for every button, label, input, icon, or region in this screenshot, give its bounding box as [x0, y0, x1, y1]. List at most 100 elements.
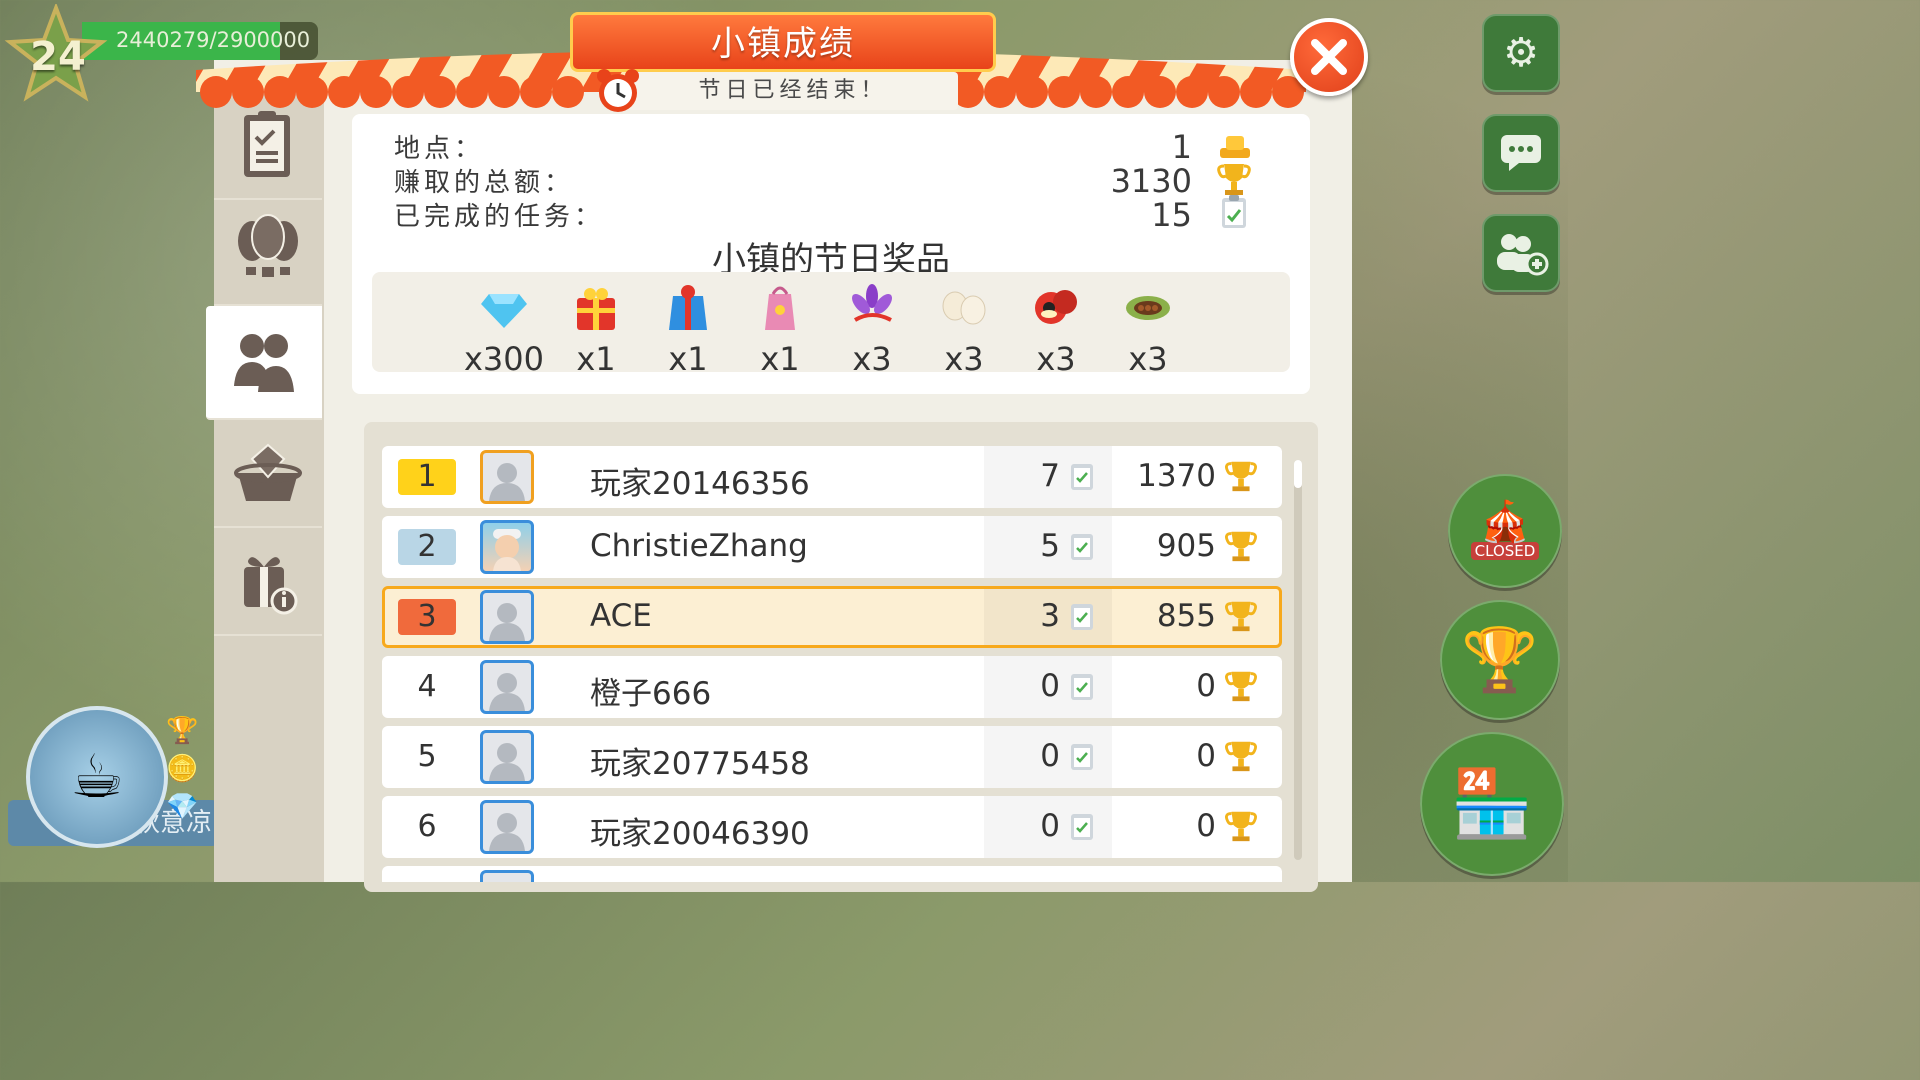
chat-button[interactable] [1482, 114, 1560, 192]
rank-badge-silver: 2 [398, 529, 456, 565]
gift-box-blue-icon [669, 285, 707, 330]
rank-badge-gold: 1 [398, 459, 456, 495]
prize-qty: x300 [463, 340, 544, 378]
score-value: 905 [1156, 528, 1216, 564]
default-avatar-icon [489, 813, 525, 851]
avatar[interactable] [480, 520, 534, 574]
prize-qty: x3 [852, 340, 892, 378]
leaderboard-row-current-player[interactable]: 3 ACE 3 855 [382, 586, 1282, 648]
prize-item: x3 [918, 280, 1010, 378]
scrollbar-thumb[interactable] [1294, 460, 1302, 488]
rank-number: 6 [417, 809, 437, 844]
settings-button[interactable]: ⚙ [1482, 14, 1560, 92]
add-friend-button[interactable] [1482, 214, 1560, 292]
player-name: 玩家20046390 [590, 816, 810, 852]
tasks-completed: 7 [1040, 458, 1060, 494]
prize-qty: x3 [1128, 340, 1168, 378]
stat-place-label: 地点： [394, 134, 485, 164]
player-name: ChristieZhang [590, 528, 808, 564]
circus-closed-button[interactable]: 🎪 CLOSED [1448, 474, 1562, 588]
avatar[interactable] [480, 730, 534, 784]
alarm-clock-icon [597, 69, 639, 112]
stat-tasks-label: 已完成的任务： [394, 202, 605, 232]
trophy-icon [1225, 811, 1257, 842]
chat-bubble-icon [1501, 135, 1541, 171]
score-value: 1370 [1137, 458, 1216, 494]
task-clipboard-icon [1071, 744, 1093, 770]
gift-info-icon [244, 557, 298, 615]
tab-gift-info[interactable] [214, 528, 322, 636]
trophy-icon [1225, 671, 1257, 702]
diamond-basket-icon [234, 443, 302, 501]
ackee-fruit-icon [1035, 290, 1077, 324]
stat-tasks-value: 15 [1151, 196, 1192, 234]
tasks-cell: 0 [984, 656, 1112, 718]
tasks-cell: 0 [984, 796, 1112, 858]
task-clipboard-icon [1071, 464, 1093, 490]
avatar[interactable] [480, 870, 534, 882]
avatar[interactable] [480, 800, 534, 854]
avatar[interactable] [480, 590, 534, 644]
leaderboard-row[interactable]: 4 橙子666 0 0 [382, 656, 1282, 718]
people-icon [234, 334, 294, 392]
score-value: 0 [1196, 668, 1216, 704]
tasks-completed: 0 [1040, 668, 1060, 704]
circus-tent-icon: 🎪 [1480, 499, 1530, 545]
stat-tasks: 已完成的任务： 15 [394, 195, 1254, 234]
prize-qty: x1 [760, 340, 800, 378]
tab-tasks[interactable] [214, 92, 322, 200]
eggs-icon [942, 291, 986, 325]
prize-item: x3 [1102, 280, 1194, 378]
score-value: 855 [1156, 598, 1216, 634]
leaderboard-row[interactable]: 2 ChristieZhang 5 905 [382, 516, 1282, 578]
tab-balloons[interactable] [214, 198, 322, 306]
trophy-icon [1225, 531, 1257, 562]
rank-number: 4 [417, 669, 437, 704]
trophy-button[interactable]: 🏆 [1440, 600, 1560, 720]
gift-bag-pink-icon [765, 286, 795, 330]
coin-icon: 🪙 [166, 754, 199, 784]
leaderboard-row[interactable]: 6 玩家20046390 0 0 [382, 796, 1282, 858]
shop-button[interactable]: 🏪 [1420, 732, 1564, 876]
rank-number: 5 [417, 739, 437, 774]
panel-title: 小镇成绩 [570, 12, 996, 72]
leaderboard-row-partial[interactable] [382, 866, 1282, 882]
trophy-icon: 🏆 [166, 716, 199, 746]
tasks-completed: 0 [1040, 738, 1060, 774]
prizes-list: x300 x1 x1 x1 x3 x3 x3 x3 [372, 272, 1290, 378]
close-icon [1311, 39, 1347, 75]
close-button[interactable] [1290, 18, 1368, 96]
hot-air-balloon-icon [238, 214, 298, 277]
leaderboard-scrollbar[interactable] [1294, 460, 1302, 860]
avatar[interactable] [480, 450, 534, 504]
user-photo-avatar-icon [493, 529, 521, 571]
task-clipboard-icon [1071, 814, 1093, 840]
leaderboard-row[interactable]: 5 玩家20775458 0 0 [382, 726, 1282, 788]
tab-community[interactable] [206, 306, 322, 420]
player-name: 玩家20146356 [590, 466, 810, 502]
town-stats-card: 地点： 1 赚取的总额： 3130 已完成的任务： 15 小镇的节日奖品 x30… [352, 114, 1310, 394]
player-name: 玩家20775458 [590, 746, 810, 782]
stat-place-value: 1 [1171, 128, 1192, 166]
gift-box-red-icon [577, 288, 615, 330]
tasks-cell: 7 [984, 446, 1112, 508]
clipboard-icon [244, 111, 290, 177]
leaderboard-row[interactable]: 1 玩家20146356 7 1370 [382, 446, 1282, 508]
tasks-cell: 0 [984, 726, 1112, 788]
default-avatar-icon [489, 673, 525, 711]
score-value: 0 [1196, 808, 1216, 844]
tab-treasure[interactable] [214, 420, 322, 528]
prize-qty: x1 [576, 340, 616, 378]
coffee-cup-icon: ☕ [70, 742, 124, 812]
default-avatar-icon [489, 603, 525, 641]
stat-earned-value: 3130 [1110, 162, 1192, 200]
avatar[interactable] [480, 660, 534, 714]
gear-icon: ⚙ [1503, 30, 1539, 76]
tasks-completed: 3 [1040, 598, 1060, 634]
prize-item: x300 [458, 280, 550, 378]
score-value: 0 [1196, 738, 1216, 774]
task-clipboard-icon [1071, 604, 1093, 630]
default-avatar-icon [489, 743, 525, 781]
add-friend-icon [1497, 234, 1549, 276]
cafe-button[interactable]: ☕ [26, 706, 168, 848]
